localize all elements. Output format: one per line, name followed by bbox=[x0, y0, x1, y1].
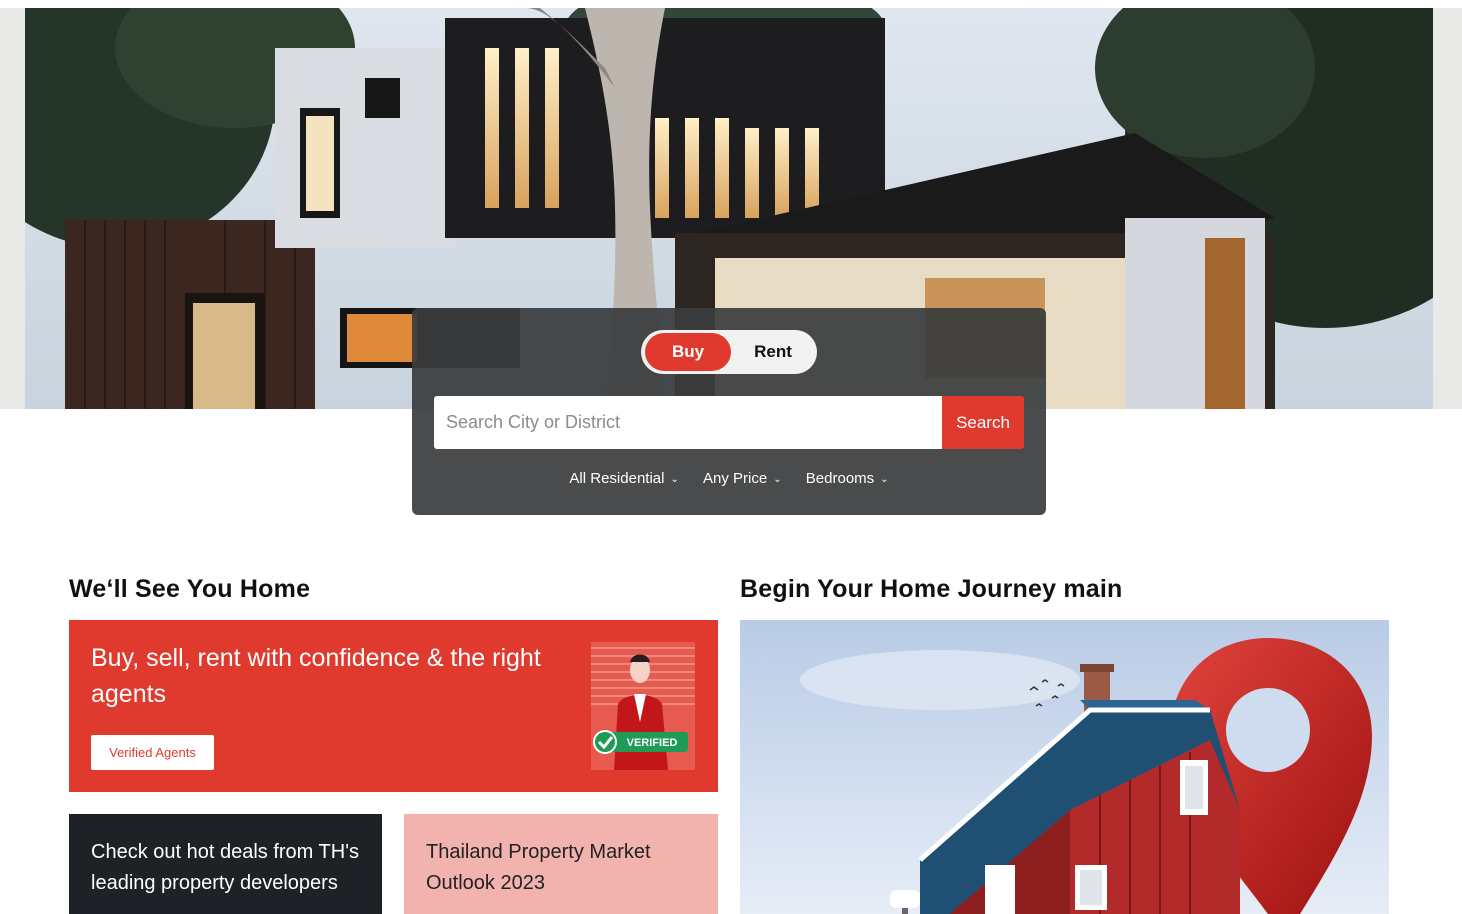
verified-agents-card[interactable]: Buy, sell, rent with confidence & the ri… bbox=[69, 620, 718, 792]
search-button[interactable]: Search bbox=[942, 396, 1024, 449]
chevron-down-icon: ⌄ bbox=[773, 474, 782, 485]
buy-tab[interactable]: Buy bbox=[645, 333, 731, 371]
search-row: Search bbox=[434, 396, 1024, 449]
section-title-home-journey: Begin Your Home Journey main bbox=[740, 575, 1123, 603]
filter-price[interactable]: Any Price ⌄ bbox=[703, 470, 782, 487]
filter-label: Bedrooms bbox=[805, 470, 875, 487]
home-journey-image[interactable] bbox=[740, 620, 1389, 914]
buy-rent-toggle: Buy Rent bbox=[641, 330, 817, 374]
market-outlook-card[interactable]: Thailand Property Market Outlook 2023 bbox=[404, 814, 718, 914]
search-input[interactable] bbox=[434, 396, 942, 449]
hot-deals-card[interactable]: Check out hot deals from TH's leading pr… bbox=[69, 814, 382, 914]
filter-bar: All Residential ⌄ Any Price ⌄ Bedrooms ⌄ bbox=[412, 470, 1046, 487]
rent-tab[interactable]: Rent bbox=[733, 333, 813, 371]
market-outlook-text: Thailand Property Market Outlook 2023 bbox=[426, 841, 651, 894]
chevron-down-icon: ⌄ bbox=[670, 474, 679, 485]
verified-agent-illustration: VERIFIED bbox=[591, 642, 695, 770]
search-panel: Buy Rent Search All Residential ⌄ Any Pri… bbox=[412, 308, 1046, 515]
section-title-see-you-home: We‘ll See You Home bbox=[69, 575, 311, 603]
verified-agents-button[interactable]: Verified Agents bbox=[91, 735, 214, 770]
filter-label: Any Price bbox=[703, 470, 768, 487]
checkmark-icon bbox=[593, 730, 617, 754]
hot-deals-text: Check out hot deals from TH's leading pr… bbox=[91, 841, 360, 894]
house-with-location-pin-illustration bbox=[740, 620, 1389, 914]
verified-badge-label: VERIFIED bbox=[627, 737, 678, 749]
filter-property-type[interactable]: All Residential ⌄ bbox=[569, 470, 678, 487]
chevron-down-icon: ⌄ bbox=[880, 474, 889, 485]
filter-bedrooms[interactable]: Bedrooms ⌄ bbox=[806, 470, 889, 487]
agents-card-headline: Buy, sell, rent with confidence & the ri… bbox=[91, 644, 541, 708]
filter-label: All Residential bbox=[569, 470, 665, 487]
